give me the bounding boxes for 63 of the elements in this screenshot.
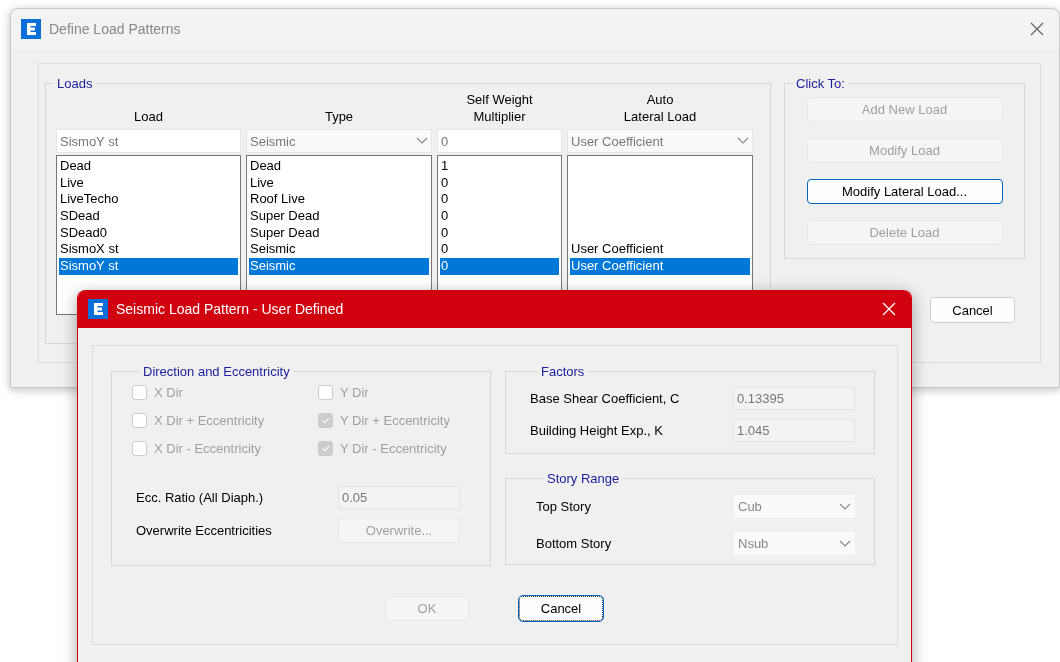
action-button[interactable]: Modify Lateral Load... — [806, 179, 1003, 204]
type-cell[interactable]: Seismic — [249, 258, 429, 275]
type-dropdown[interactable]: Seismic — [246, 129, 432, 153]
checkbox-label: Y Dir — [340, 385, 369, 400]
load-cell[interactable]: SismoY st — [59, 258, 238, 275]
group-label: Loads — [56, 76, 94, 91]
checkbox-label: Y Dir - Eccentricity — [340, 441, 447, 456]
multiplier-field[interactable]: 0 — [437, 129, 562, 153]
checkbox-label: Y Dir + Eccentricity — [340, 413, 450, 428]
lateral-load-cell[interactable]: User Coefficient — [570, 258, 750, 275]
load-cell[interactable]: SDead — [59, 208, 238, 225]
group-label: Factors — [540, 364, 586, 379]
column-header: Load — [134, 108, 163, 125]
load-cell[interactable]: Dead — [59, 158, 238, 175]
multiplier-cell[interactable]: 0 — [440, 208, 559, 225]
load-name-field[interactable]: SismoY st — [56, 129, 241, 153]
field-label: Building Height Exp., K — [530, 423, 664, 438]
load-cell[interactable]: Live — [59, 174, 238, 192]
multiplier-cell[interactable]: 0 — [440, 224, 559, 242]
type-cell[interactable]: Roof Live — [249, 191, 429, 209]
type-cell[interactable]: Dead — [249, 158, 429, 175]
load-cell[interactable]: SDead0 — [59, 224, 238, 242]
story-dropdown[interactable]: Cub — [733, 494, 856, 519]
checkbox-label: X Dir — [154, 385, 183, 400]
column-header: Type — [324, 108, 354, 125]
chevron-down-icon — [416, 137, 428, 145]
close-icon[interactable] — [1029, 21, 1045, 37]
window-title: Define Load Patterns — [49, 21, 182, 37]
type-cell[interactable]: Super Dead — [249, 224, 429, 242]
field-label: Overwrite Eccentricities — [136, 523, 273, 538]
column-header: Self Weight Multiplier — [466, 91, 533, 125]
column-header: Auto Lateral Load — [623, 91, 697, 125]
type-cell[interactable]: Live — [249, 174, 429, 192]
field-label: Top Story — [536, 499, 592, 514]
field-label: Base Shear Coefficient, C — [530, 391, 681, 406]
group-label: Direction and Eccentricity — [142, 364, 291, 379]
app-logo-icon — [88, 299, 108, 319]
cancel-button[interactable]: Cancel — [519, 596, 603, 621]
load-cell[interactable]: SismoX st — [59, 241, 238, 259]
chevron-down-icon — [839, 539, 851, 548]
factor-field[interactable]: 1.045 — [733, 419, 855, 442]
type-cell[interactable]: Seismic — [249, 241, 429, 259]
multiplier-cell[interactable]: 0 — [440, 258, 559, 275]
field-label: Ecc. Ratio (All Diaph.) — [136, 490, 265, 505]
factor-field[interactable]: 0.13395 — [733, 387, 855, 410]
multiplier-cell[interactable]: 0 — [440, 241, 559, 259]
multiplier-cell[interactable]: 0 — [440, 174, 559, 192]
field-label: Bottom Story — [536, 536, 613, 551]
group-label: Click To: — [795, 76, 846, 91]
story-dropdown[interactable]: Nsub — [733, 531, 856, 556]
multiplier-cell[interactable]: 0 — [440, 191, 559, 209]
multiplier-cell[interactable]: 1 — [440, 158, 559, 175]
lateral-load-cell[interactable]: User Coefficient — [570, 241, 750, 259]
group-label: Story Range — [546, 471, 621, 486]
lateral-load-dropdown[interactable]: User Coefficient — [567, 129, 753, 153]
checkbox-label: X Dir + Eccentricity — [154, 413, 265, 428]
checkbox-label: X Dir - Eccentricity — [154, 441, 261, 456]
cancel-button[interactable]: Cancel — [930, 297, 1015, 323]
chevron-down-icon — [737, 137, 749, 145]
chevron-down-icon — [839, 502, 851, 511]
app-logo-icon — [21, 19, 41, 39]
load-cell[interactable]: LiveTecho — [59, 191, 238, 209]
type-cell[interactable]: Super Dead — [249, 208, 429, 225]
